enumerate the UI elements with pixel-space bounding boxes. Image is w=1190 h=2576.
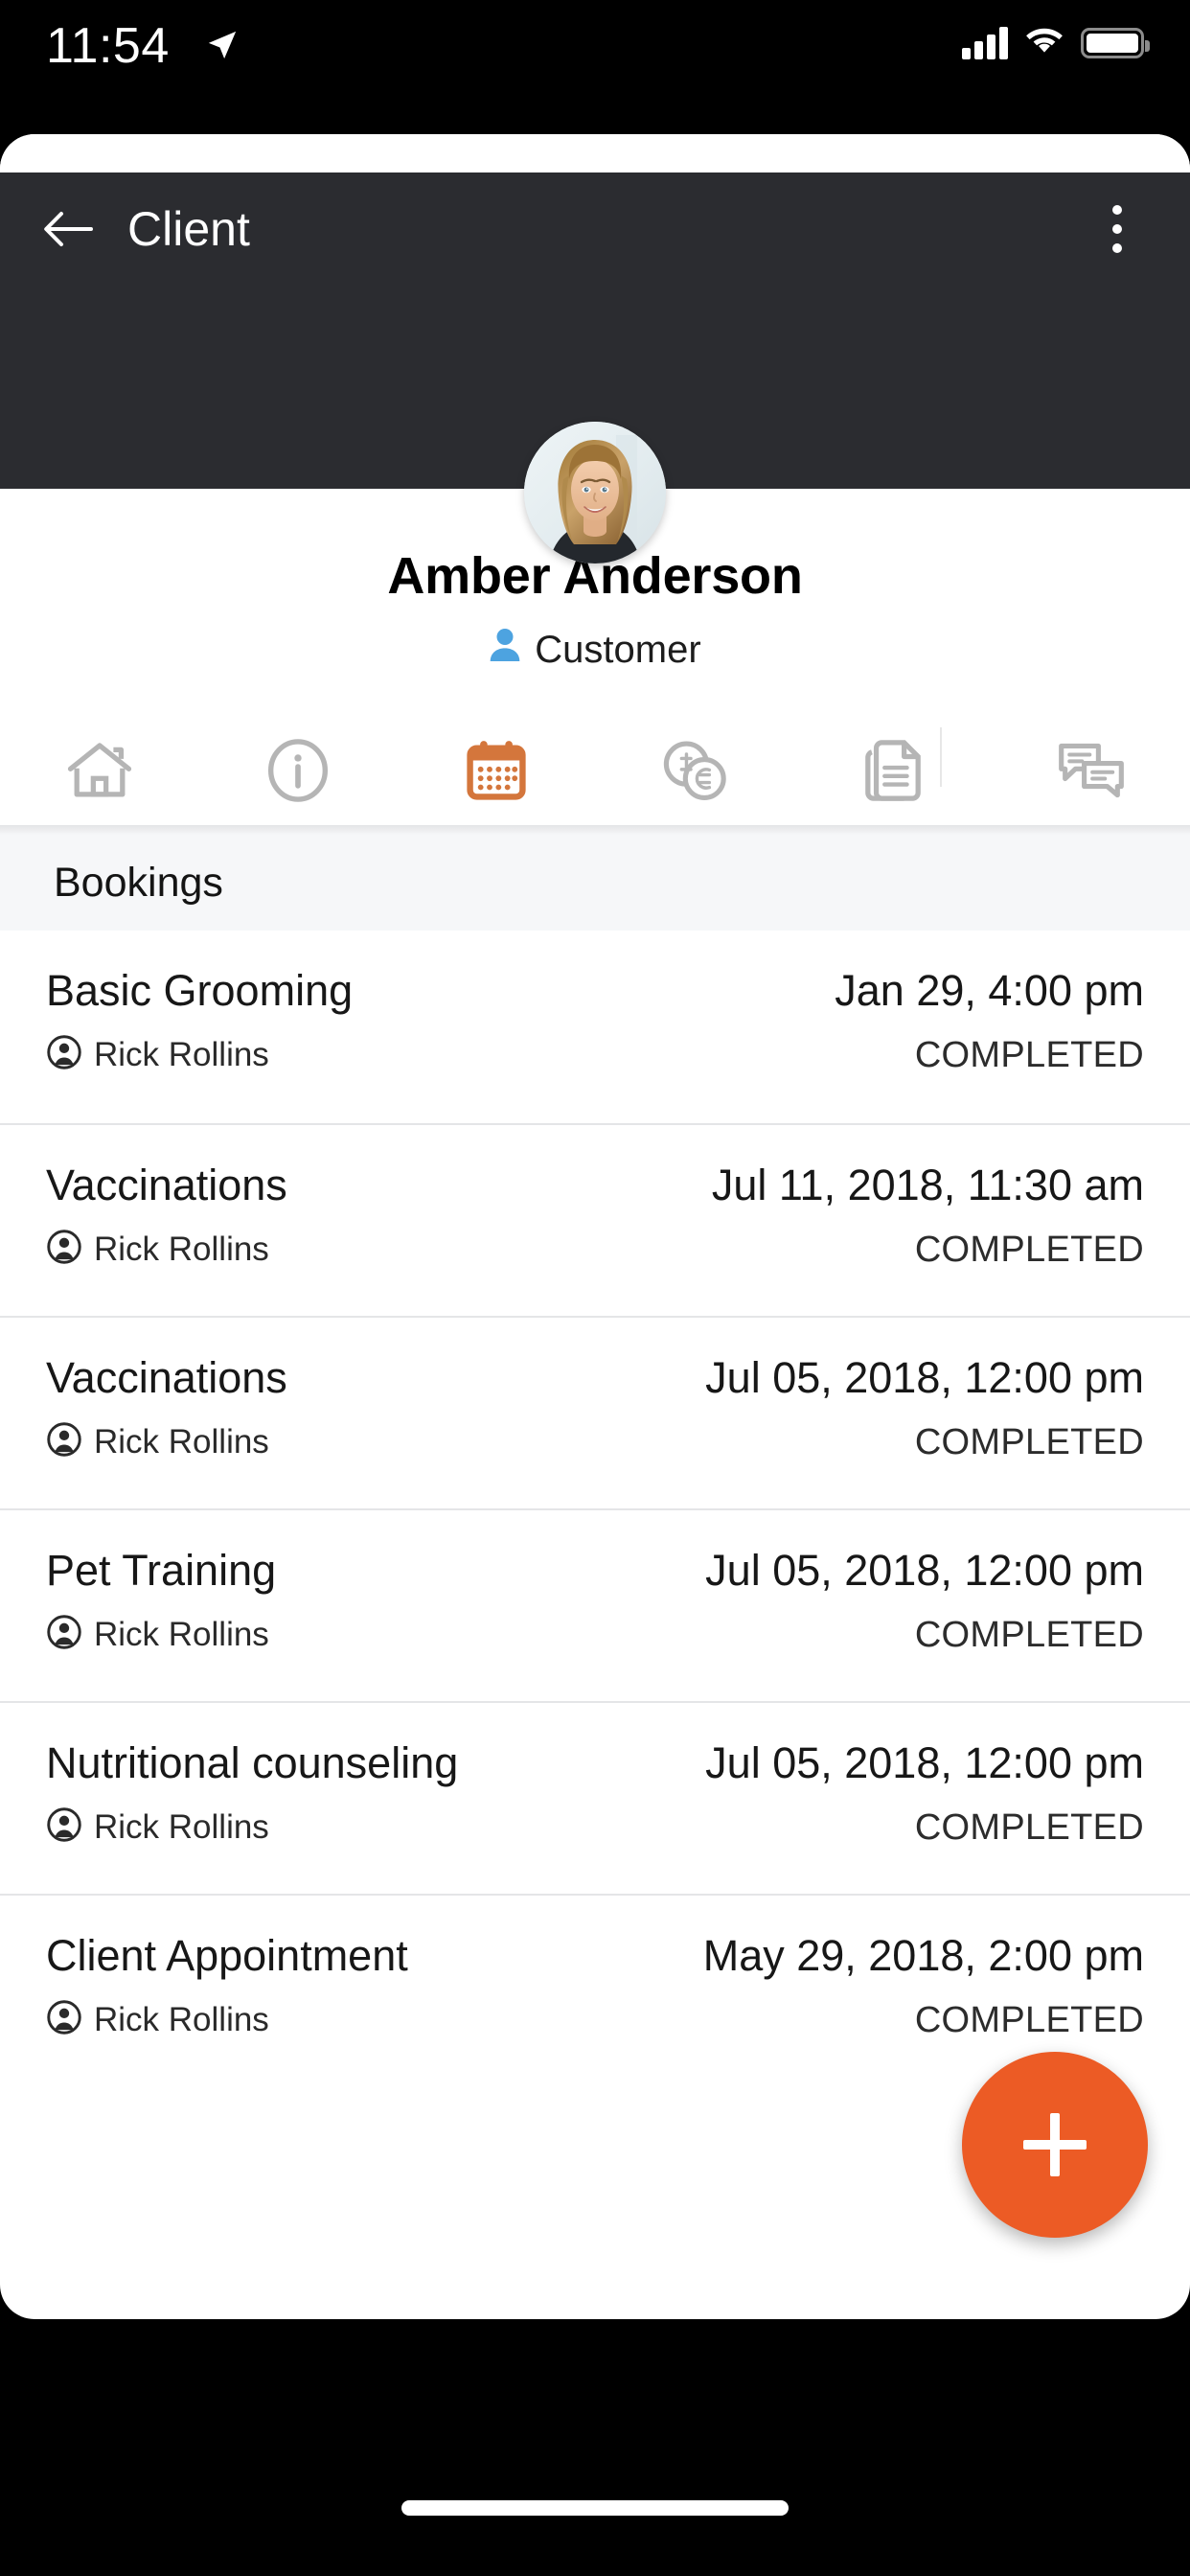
avatar-photo: [524, 422, 666, 564]
user-circle-icon: [46, 1421, 82, 1462]
booking-datetime: May 29, 2018, 2:00 pm: [702, 1931, 1144, 1980]
avatar[interactable]: [524, 422, 666, 564]
home-icon: [65, 738, 134, 808]
tab-bookings[interactable]: [397, 720, 595, 839]
documents-icon: [862, 737, 924, 809]
booking-staff: Rick Rollins: [94, 1615, 269, 1653]
table-row[interactable]: Vaccinations Rick Rollins Jul 11, 2018, …: [0, 1123, 1190, 1316]
booking-staff: Rick Rollins: [94, 1230, 269, 1268]
client-role-label: Customer: [535, 628, 701, 671]
app-top-strip: [0, 134, 1190, 172]
table-row[interactable]: Vaccinations Rick Rollins Jul 05, 2018, …: [0, 1316, 1190, 1508]
more-vertical-icon[interactable]: [1087, 197, 1148, 261]
booking-service: Pet Training: [46, 1546, 277, 1595]
info-circle-icon: [265, 738, 331, 808]
battery-full-icon: [1081, 27, 1150, 58]
status-badge: COMPLETED: [914, 1422, 1144, 1462]
tab-messages[interactable]: [992, 720, 1190, 825]
status-badge: COMPLETED: [914, 1807, 1144, 1848]
booking-service: Vaccinations: [46, 1161, 287, 1209]
tab-payments[interactable]: [595, 720, 942, 825]
booking-service: Vaccinations: [46, 1353, 287, 1402]
booking-datetime: Jul 11, 2018, 11:30 am: [711, 1161, 1144, 1209]
add-booking-fab[interactable]: [962, 2052, 1148, 2238]
status-badge: COMPLETED: [914, 1615, 1144, 1655]
tab-info[interactable]: [198, 720, 397, 825]
bookings-list[interactable]: Basic Grooming Rick Rollins Jan 29, 4:00…: [0, 931, 1190, 2086]
status-bar-indicators: [962, 25, 1150, 60]
booking-service: Basic Grooming: [46, 966, 354, 1015]
booking-staff: Rick Rollins: [94, 1422, 269, 1460]
calendar-icon: [463, 737, 530, 809]
booking-staff: Rick Rollins: [94, 1035, 269, 1073]
status-bar: 11:54: [0, 0, 1190, 134]
chat-bubbles-icon: [1056, 739, 1127, 807]
booking-datetime: Jul 05, 2018, 12:00 pm: [705, 1738, 1144, 1787]
bookings-section-title: Bookings: [54, 859, 223, 906]
client-role: Customer: [0, 627, 1190, 673]
tab-bar: [0, 720, 1190, 839]
booking-staff: Rick Rollins: [94, 1807, 269, 1846]
booking-service: Client Appointment: [46, 1931, 408, 1980]
table-row[interactable]: Basic Grooming Rick Rollins Jan 29, 4:00…: [0, 931, 1190, 1123]
table-row[interactable]: Client Appointment Rick Rollins May 29, …: [0, 1894, 1190, 2086]
status-badge: COMPLETED: [914, 1035, 1144, 1075]
back-arrow-icon[interactable]: [36, 197, 100, 261]
booking-staff: Rick Rollins: [94, 2000, 269, 2038]
user-circle-icon: [46, 1806, 82, 1848]
tab-documents[interactable]: [793, 720, 992, 825]
app-container: Client Amber Anderson Customer Bookings …: [0, 134, 1190, 2319]
user-circle-icon: [46, 1229, 82, 1270]
coins-icon: [659, 737, 730, 809]
booking-datetime: Jul 05, 2018, 12:00 pm: [705, 1353, 1144, 1402]
tab-bar-shadow: [0, 825, 1190, 835]
location-arrow-icon: [206, 29, 239, 66]
booking-datetime: Jan 29, 4:00 pm: [835, 966, 1144, 1015]
user-circle-icon: [46, 1034, 82, 1075]
home-indicator[interactable]: [401, 2500, 789, 2516]
phone-screen: 11:54 Client Amber Anderson Customer Boo…: [0, 0, 1190, 2576]
page-title: Client: [127, 202, 250, 256]
person-icon: [489, 627, 521, 673]
tab-home[interactable]: [0, 720, 198, 825]
user-circle-icon: [46, 1999, 82, 2040]
profile-identity: Amber Anderson Customer: [0, 546, 1190, 673]
wifi-icon: [1024, 25, 1064, 60]
user-circle-icon: [46, 1614, 82, 1655]
table-row[interactable]: Pet Training Rick Rollins Jul 05, 2018, …: [0, 1508, 1190, 1701]
status-badge: COMPLETED: [914, 1230, 1144, 1270]
table-row[interactable]: Nutritional counseling Rick Rollins Jul …: [0, 1701, 1190, 1894]
booking-service: Nutritional counseling: [46, 1738, 459, 1787]
status-badge: COMPLETED: [914, 2000, 1144, 2040]
booking-datetime: Jul 05, 2018, 12:00 pm: [705, 1546, 1144, 1595]
section-header: Bookings: [0, 835, 1190, 931]
cellular-signal-icon: [962, 26, 1008, 59]
status-bar-time: 11:54: [46, 18, 170, 74]
